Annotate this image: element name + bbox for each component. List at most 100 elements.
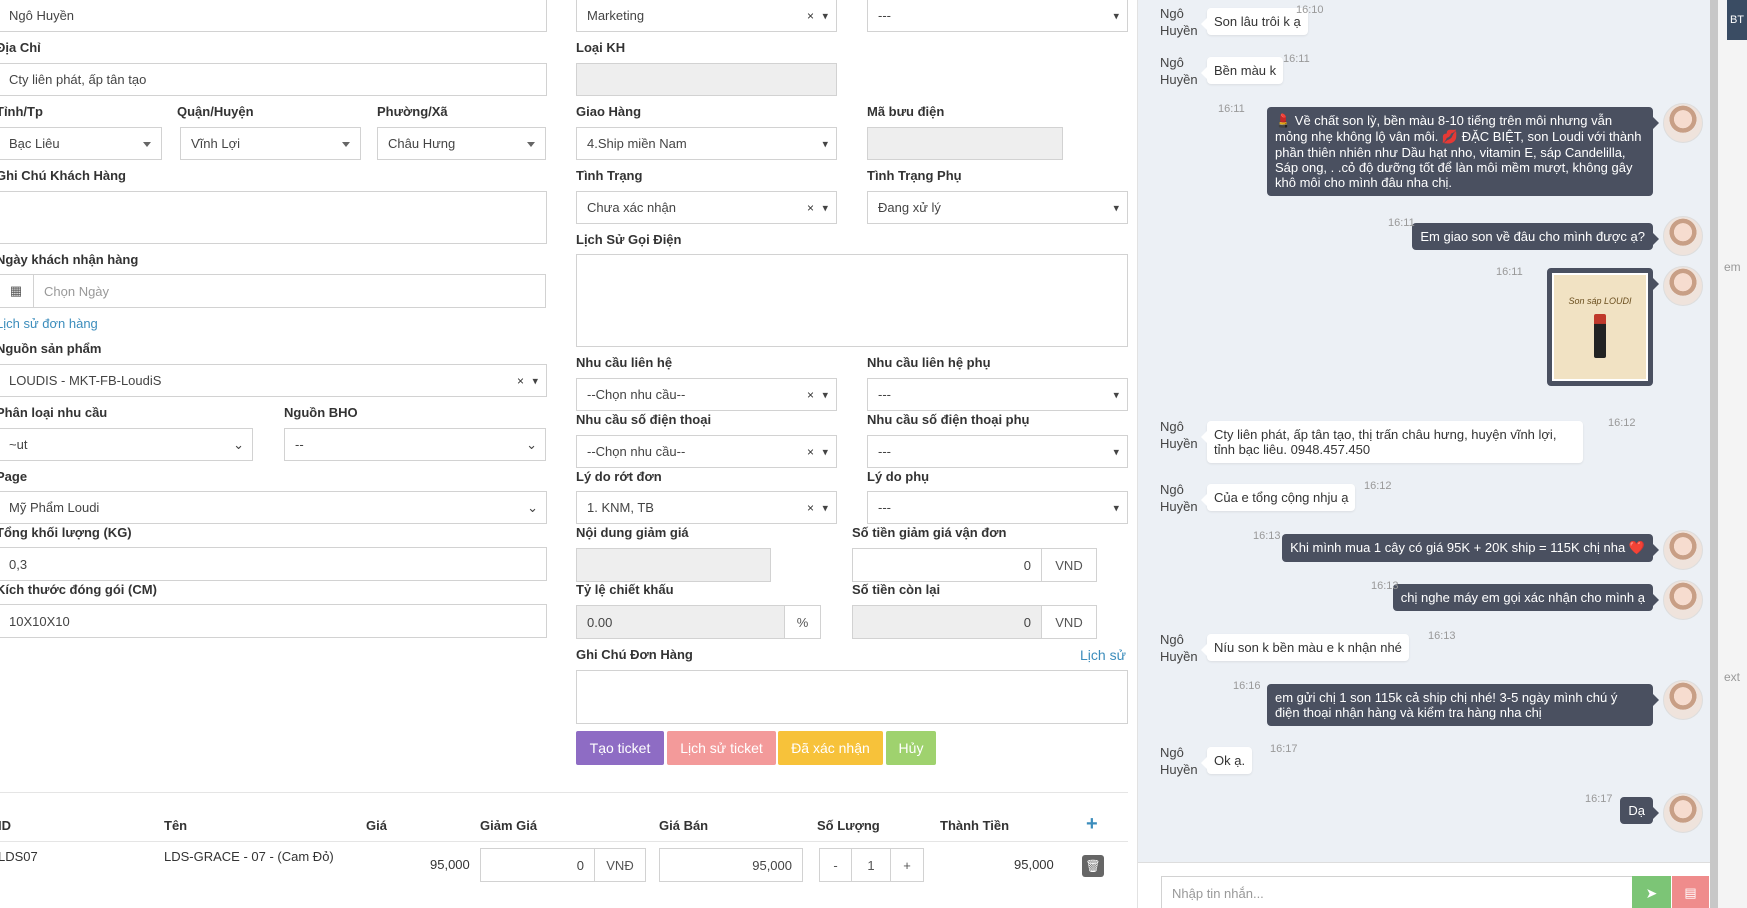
- row-discount-input[interactable]: 0: [480, 848, 595, 882]
- phone-need-sub-label: Nhu cầu số điện thoại phụ: [867, 412, 1030, 427]
- product-image-label: Son sáp LOUDI: [1568, 296, 1632, 306]
- province-select[interactable]: Bạc Liêu: [0, 127, 162, 160]
- package-size-value: 10X10X10: [9, 613, 70, 629]
- calendar-icon[interactable]: ▦: [0, 274, 34, 308]
- broken-avatar-image: Ngô Huyền: [1160, 6, 1198, 38]
- address-input[interactable]: Cty liên phát, ấp tân tạo: [0, 63, 547, 96]
- substatus-value: Đang xử lý: [878, 200, 941, 215]
- ward-label: Phường/Xã: [377, 104, 448, 119]
- department-select[interactable]: Marketing × ▾: [576, 0, 837, 32]
- clear-icon[interactable]: ×: [807, 9, 814, 23]
- side-tab[interactable]: BT: [1727, 0, 1747, 40]
- bho-source-label: Nguồn BHO: [284, 405, 358, 420]
- currency-addon: VND: [1041, 605, 1097, 639]
- caret-down-icon: ▾: [532, 375, 538, 387]
- ward-select[interactable]: Châu Hưng: [377, 127, 546, 160]
- customer-note-textarea[interactable]: [0, 191, 547, 244]
- col-discount-header: Giảm Giá: [480, 818, 538, 833]
- quantity-minus-button[interactable]: -: [819, 848, 852, 882]
- discount-percent-input: 0.00: [576, 605, 785, 639]
- order-history-link[interactable]: Lịch sử đơn hàng: [0, 316, 98, 331]
- chevron-down-icon: ⌄: [526, 436, 537, 452]
- shipping-select[interactable]: 4.Ship miền Nam ▾: [576, 127, 837, 160]
- drop-reason-select[interactable]: 1. KNM, TB × ▾: [576, 491, 837, 524]
- col-quantity-header: Số Lượng: [817, 818, 880, 833]
- clear-icon[interactable]: ×: [807, 445, 814, 459]
- incoming-message: Son lâu trôi k ạ: [1201, 8, 1308, 35]
- clear-icon[interactable]: ×: [807, 501, 814, 515]
- top-right-select[interactable]: --- ▾: [867, 0, 1128, 32]
- chat-input-placeholder: Nhập tin nhắn...: [1172, 885, 1264, 901]
- broken-avatar-image: Ngô Huyền: [1160, 55, 1198, 87]
- receive-date-input[interactable]: Chọn Ngày: [33, 274, 546, 308]
- chat-message-input[interactable]: Nhập tin nhắn...: [1161, 876, 1633, 908]
- contact-need-select[interactable]: --Chọn nhu cầu-- × ▾: [576, 378, 837, 411]
- incoming-message: Cty liên phát, ấp tân tạo, thị trấn châu…: [1201, 421, 1583, 463]
- phone-need-sub-select[interactable]: --- ▾: [867, 435, 1128, 468]
- cancel-button[interactable]: Hủy: [886, 731, 936, 765]
- contact-need-value: --Chọn nhu cầu--: [587, 387, 686, 402]
- outgoing-message: Dạ: [1620, 797, 1659, 824]
- row-discount-value: 0: [576, 857, 584, 873]
- need-type-select[interactable]: ~ut ⌄: [0, 428, 253, 461]
- plus-icon[interactable]: +: [1086, 813, 1098, 836]
- agent-avatar: [1663, 103, 1703, 143]
- status-select[interactable]: Chưa xác nhận × ▾: [576, 191, 837, 224]
- customer-name-input[interactable]: Ngô Huyền: [0, 0, 547, 32]
- agent-avatar: [1663, 680, 1703, 720]
- phone-need-select[interactable]: --Chọn nhu cầu-- × ▾: [576, 435, 837, 468]
- package-size-label: Kích thước đóng gói (CM): [0, 582, 157, 597]
- create-ticket-button[interactable]: Tạo ticket: [576, 731, 664, 765]
- clear-icon[interactable]: ×: [517, 374, 524, 388]
- caret-down-icon: ▾: [1113, 446, 1119, 458]
- message-time: 16:11: [1283, 53, 1310, 65]
- incoming-message: Bền màu k: [1200, 57, 1284, 84]
- shipping-value: 4.Ship miền Nam: [587, 136, 687, 151]
- message-time: 16:11: [1218, 103, 1245, 115]
- weight-input[interactable]: 0,3: [0, 547, 547, 581]
- contact-need-sub-select[interactable]: --- ▾: [867, 378, 1128, 411]
- history-link[interactable]: Lịch sử: [1080, 647, 1126, 663]
- quantity-plus-button[interactable]: +: [890, 848, 924, 882]
- send-icon[interactable]: ➤: [1632, 876, 1671, 908]
- postal-code-label: Mã bưu điện: [867, 104, 945, 119]
- order-note-textarea[interactable]: [576, 670, 1128, 724]
- sub-reason-select[interactable]: --- ▾: [867, 491, 1128, 524]
- bho-source-select[interactable]: -- ⌄: [284, 428, 546, 461]
- weight-label: Tổng khối lượng (KG): [0, 525, 132, 540]
- row-currency-addon: VNĐ: [594, 848, 646, 882]
- outgoing-message: Khi mình mua 1 cây có giá 95K + 20K ship…: [1282, 534, 1659, 562]
- district-select[interactable]: Vĩnh Lợi: [180, 127, 361, 160]
- customer-type-input: [576, 63, 837, 96]
- scrollbar[interactable]: [1710, 0, 1718, 908]
- clear-icon[interactable]: ×: [807, 201, 814, 215]
- remaining-input: 0: [852, 605, 1042, 639]
- page-select[interactable]: Mỹ Phẩm Loudi ⌄: [0, 491, 547, 524]
- row-sale-price-input[interactable]: 95,000: [659, 848, 803, 882]
- sub-reason-label: Lý do phụ: [867, 469, 930, 484]
- department-value: Marketing: [587, 8, 645, 23]
- postal-code-input[interactable]: [867, 127, 1063, 160]
- incoming-message: Ok ạ.: [1200, 747, 1253, 774]
- chevron-down-icon: ⌄: [527, 499, 538, 515]
- agent-avatar: [1663, 266, 1703, 306]
- ship-discount-input[interactable]: 0: [852, 548, 1042, 582]
- confirm-button[interactable]: Đã xác nhận: [778, 731, 883, 765]
- lipstick-icon: [1594, 314, 1606, 358]
- card-icon[interactable]: ▤: [1672, 876, 1709, 908]
- call-history-textarea[interactable]: [576, 254, 1128, 347]
- customer-name-value: Ngô Huyền: [9, 8, 75, 23]
- quantity-input[interactable]: 1: [851, 848, 891, 882]
- package-size-input[interactable]: 10X10X10: [0, 604, 547, 638]
- ticket-history-button[interactable]: Lịch sử ticket: [667, 731, 776, 765]
- clear-icon[interactable]: ×: [807, 388, 814, 402]
- substatus-select[interactable]: Đang xử lý ▾: [867, 191, 1128, 224]
- province-label: Tỉnh/Tp: [0, 104, 43, 119]
- caret-down-icon: ▾: [822, 202, 828, 214]
- product-source-select[interactable]: LOUDIS - MKT-FB-LoudiS × ▾: [0, 364, 547, 397]
- message-time: 16:13: [1428, 630, 1456, 642]
- product-image[interactable]: Son sáp LOUDI: [1552, 273, 1648, 381]
- message-time: 16:12: [1608, 417, 1636, 429]
- trash-icon[interactable]: 🗑: [1082, 855, 1104, 877]
- broken-avatar-image: Ngô Huyền: [1160, 632, 1198, 664]
